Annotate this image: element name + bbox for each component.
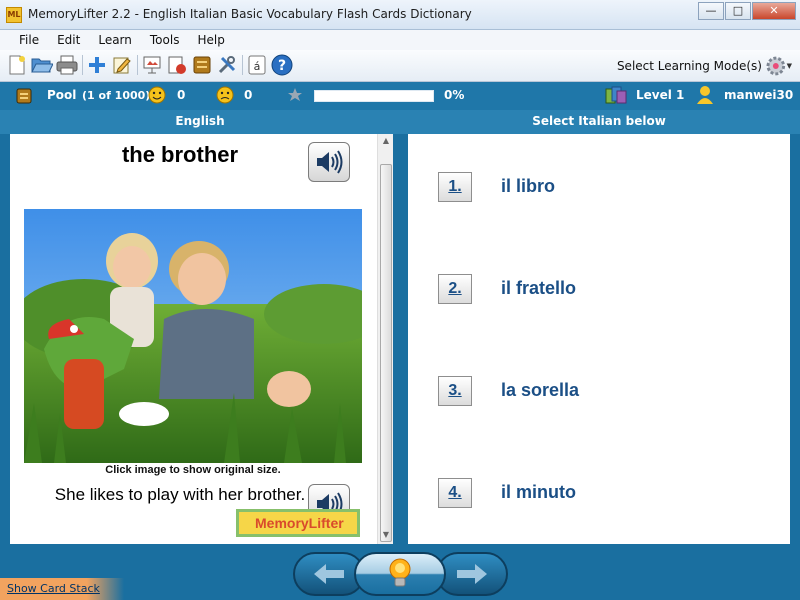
answer-number-button[interactable]: 3. (438, 376, 472, 406)
hint-button[interactable] (354, 552, 446, 596)
status-bar: Pool (1 of 1000) 0 0 0% Level 1 manwei30 (0, 82, 800, 110)
arrow-left-icon (314, 564, 344, 584)
answer-option-3[interactable]: 3. la sorella (438, 376, 768, 406)
statistics-icon[interactable] (166, 54, 188, 76)
wrong-count: 0 (244, 88, 253, 102)
image-caption: Click image to show original size. (105, 464, 281, 476)
pool-icon[interactable] (16, 88, 32, 107)
menu-bar: File Edit Learn Tools Help (0, 30, 800, 50)
smiley-happy-icon (148, 86, 166, 107)
slideshow-icon[interactable] (141, 54, 163, 76)
answer-prompt-header: Select Italian below (532, 114, 666, 128)
menu-file[interactable]: File (19, 33, 39, 47)
answer-text[interactable]: il fratello (501, 278, 576, 299)
answer-number-button[interactable]: 4. (438, 478, 472, 508)
toolbar: á ? Select Learning Mode(s) ▼ (0, 50, 800, 82)
menu-tools[interactable]: Tools (150, 33, 180, 47)
svg-text:?: ? (278, 58, 286, 74)
add-card-icon[interactable] (86, 54, 108, 76)
next-button[interactable] (436, 552, 508, 596)
answer-option-1[interactable]: 1. il libro (438, 172, 768, 202)
print-icon[interactable] (56, 54, 78, 76)
settings-icon[interactable] (216, 54, 238, 76)
scroll-thumb[interactable] (380, 164, 392, 542)
scroll-down-arrow-icon[interactable]: ▼ (380, 530, 392, 542)
drawer-icon[interactable] (191, 54, 213, 76)
scrollbar[interactable]: ▲ ▼ (377, 134, 393, 544)
answer-text[interactable]: il minuto (501, 482, 576, 503)
show-card-stack-link[interactable]: Show Card Stack (0, 578, 124, 600)
menu-help[interactable]: Help (197, 33, 224, 47)
speaker-icon (317, 150, 343, 174)
toolbar-separator (242, 55, 243, 75)
window-controls: — □ ✕ (697, 2, 796, 20)
help-icon[interactable]: ? (271, 54, 293, 76)
maximize-button[interactable]: □ (725, 2, 751, 20)
example-sentence: She likes to play with her brother. (54, 485, 306, 504)
question-card: the brother Click image to show original… (10, 134, 393, 544)
menu-learn[interactable]: Learn (98, 33, 132, 47)
close-button[interactable]: ✕ (752, 2, 796, 20)
star-icon (287, 87, 303, 106)
correct-count: 0 (177, 88, 186, 102)
level-icon[interactable] (605, 85, 627, 108)
new-icon[interactable] (6, 54, 28, 76)
answer-option-4[interactable]: 4. il minuto (438, 478, 768, 508)
memorylifter-logo: MemoryLifter (236, 509, 360, 537)
answer-text[interactable]: il libro (501, 176, 555, 197)
user-icon[interactable] (696, 85, 714, 108)
column-header: English Select Italian below (0, 110, 800, 134)
toolbar-separator (137, 55, 138, 75)
question-word: the brother (121, 142, 239, 167)
card-image[interactable] (24, 209, 362, 463)
minimize-button[interactable]: — (698, 2, 724, 20)
pool-count: (1 of 1000) (82, 89, 151, 102)
progress-percent: 0% (444, 88, 465, 102)
progress-bar (314, 90, 434, 102)
answer-number-button[interactable]: 2. (438, 274, 472, 304)
app-icon: ML (6, 7, 22, 23)
menu-edit[interactable]: Edit (57, 33, 80, 47)
toolbar-separator (82, 55, 83, 75)
pool-label: Pool (47, 88, 77, 102)
svg-text:á: á (254, 60, 261, 73)
answer-panel: 1. il libro 2. il fratello 3. la sorella… (408, 134, 790, 544)
level-label: Level 1 (636, 88, 685, 102)
user-name[interactable]: manwei30 (724, 88, 793, 102)
question-language-header: English (175, 114, 225, 128)
word-audio-button[interactable] (308, 142, 350, 182)
learning-mode-gear-icon[interactable]: ▼ (766, 55, 792, 77)
arrow-right-icon (457, 564, 487, 584)
learning-mode-label[interactable]: Select Learning Mode(s) (617, 59, 762, 73)
chevron-down-icon[interactable]: ▼ (787, 62, 792, 70)
answer-option-2[interactable]: 2. il fratello (438, 274, 768, 304)
title-bar: ML MemoryLifter 2.2 - English Italian Ba… (0, 0, 800, 30)
scroll-up-arrow-icon[interactable]: ▲ (380, 136, 392, 148)
answer-text[interactable]: la sorella (501, 380, 579, 401)
window-title: MemoryLifter 2.2 - English Italian Basic… (28, 7, 472, 21)
lightbulb-icon (389, 558, 411, 587)
answer-number-button[interactable]: 1. (438, 172, 472, 202)
open-icon[interactable] (31, 54, 53, 76)
character-map-icon[interactable]: á (246, 54, 268, 76)
smiley-sad-icon (216, 86, 234, 107)
edit-icon[interactable] (111, 54, 133, 76)
